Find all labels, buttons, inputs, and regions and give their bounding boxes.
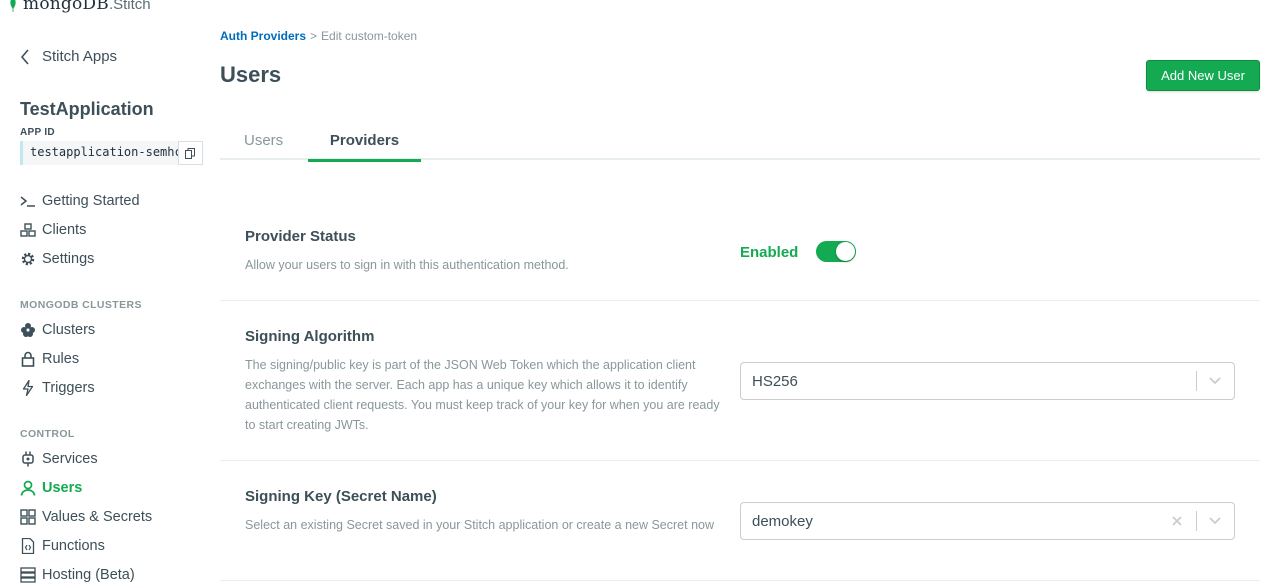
tab-bar: Users Providers [220,122,1260,162]
sidebar-item-label: Triggers [42,380,95,396]
provider-status-description: Allow your users to sign in with this au… [245,258,569,272]
chevron-down-icon [1209,377,1221,385]
app-name: TestApplication [20,99,154,119]
sidebar-item-users[interactable]: Users [20,478,82,498]
tab-providers[interactable]: Providers [308,132,421,162]
breadcrumb-separator: > [310,29,318,43]
mongodb-stitch-logo[interactable]: mongoDB .Stitch [8,0,151,14]
sidebar-item-functions[interactable]: Functions [20,536,105,556]
sidebar-item-clusters[interactable]: Clusters [20,320,95,340]
sidebar-item-label: Services [42,451,98,467]
signing-key-title: Signing Key (Secret Name) [245,488,437,505]
signing-algorithm-description: The signing/public key is part of the JS… [245,358,720,432]
function-icon [20,538,36,554]
row-divider [220,460,1260,461]
copy-app-id-button[interactable] [178,141,203,165]
sidebar-item-getting-started[interactable]: Getting Started [20,191,140,211]
leaf-icon [10,0,16,12]
toggle-knob [836,242,855,261]
page-title: Users [220,62,282,87]
signing-algorithm-value: HS256 [752,373,798,390]
app-id-label: APP ID [20,127,55,138]
chevron-down-icon [1209,517,1221,525]
server-icon [20,567,36,583]
sidebar-item-label: Clusters [42,322,96,338]
sidebar-item-label: Getting Started [42,193,140,209]
signing-algorithm-title: Signing Algorithm [245,328,375,345]
sidebar-item-label: Hosting (Beta) [42,567,135,583]
logo-product: .Stitch [108,0,151,13]
plug-icon [20,451,36,467]
signing-key-description: Select an existing Secret saved in your … [245,518,715,532]
section-label-control: CONTROL [20,428,75,440]
user-icon [20,480,36,496]
tab-users[interactable]: Users [244,132,283,160]
gear-icon [20,251,36,267]
add-new-user-button[interactable]: Add New User [1146,60,1260,91]
sidebar-item-hosting[interactable]: Hosting (Beta) [20,565,135,585]
sidebar-item-values-secrets[interactable]: Values & Secrets [20,507,152,527]
sidebar-item-settings[interactable]: Settings [20,249,94,269]
sidebar-item-label: Users [42,480,83,496]
provider-status-text: Enabled [740,244,799,261]
provider-status-toggle[interactable] [816,241,856,262]
sidebar-item-rules[interactable]: Rules [20,349,79,369]
signing-algorithm-select[interactable]: HS256 [740,362,1235,400]
logo-brand: mongoDB [23,0,109,14]
provider-status-title: Provider Status [245,228,356,245]
sidebar-item-label: Settings [42,251,95,267]
lock-icon [20,351,36,367]
back-link-label: Stitch Apps [42,48,118,65]
select-separator [1196,511,1197,531]
sidebar-item-label: Clients [42,222,87,238]
sidebar-item-clients[interactable]: Clients [20,220,86,240]
stitch-apps-back-link[interactable]: Stitch Apps [20,48,117,65]
sidebar-item-label: Values & Secrets [42,509,153,525]
breadcrumb-auth-providers-link[interactable]: Auth Providers [220,29,306,43]
sidebar-item-label: Functions [42,538,105,554]
row-divider [220,580,1260,581]
app-id-value[interactable]: testapplication-semhc [20,141,178,165]
row-divider [220,300,1260,301]
sidebar-item-triggers[interactable]: Triggers [20,378,95,398]
breadcrumb: Auth Providers > Edit custom-token [220,29,417,43]
sidebar-item-services[interactable]: Services [20,449,98,469]
clusters-icon [20,322,36,338]
signing-key-select[interactable]: demokey [740,502,1235,540]
bolt-icon [20,380,36,396]
breadcrumb-current: Edit custom-token [321,29,418,43]
section-label-clusters: MONGODB CLUSTERS [20,299,142,311]
sidebar-item-label: Rules [42,351,80,367]
terminal-icon [20,193,36,209]
clients-icon [20,222,36,238]
chevron-left-icon [20,48,29,65]
clear-icon[interactable] [1170,514,1184,528]
signing-key-value: demokey [752,513,813,530]
copy-icon [185,147,195,159]
sidebar: mongoDB .Stitch Stitch Apps TestApplicati… [0,0,220,588]
grid-icon [20,509,36,525]
select-separator [1196,371,1197,391]
